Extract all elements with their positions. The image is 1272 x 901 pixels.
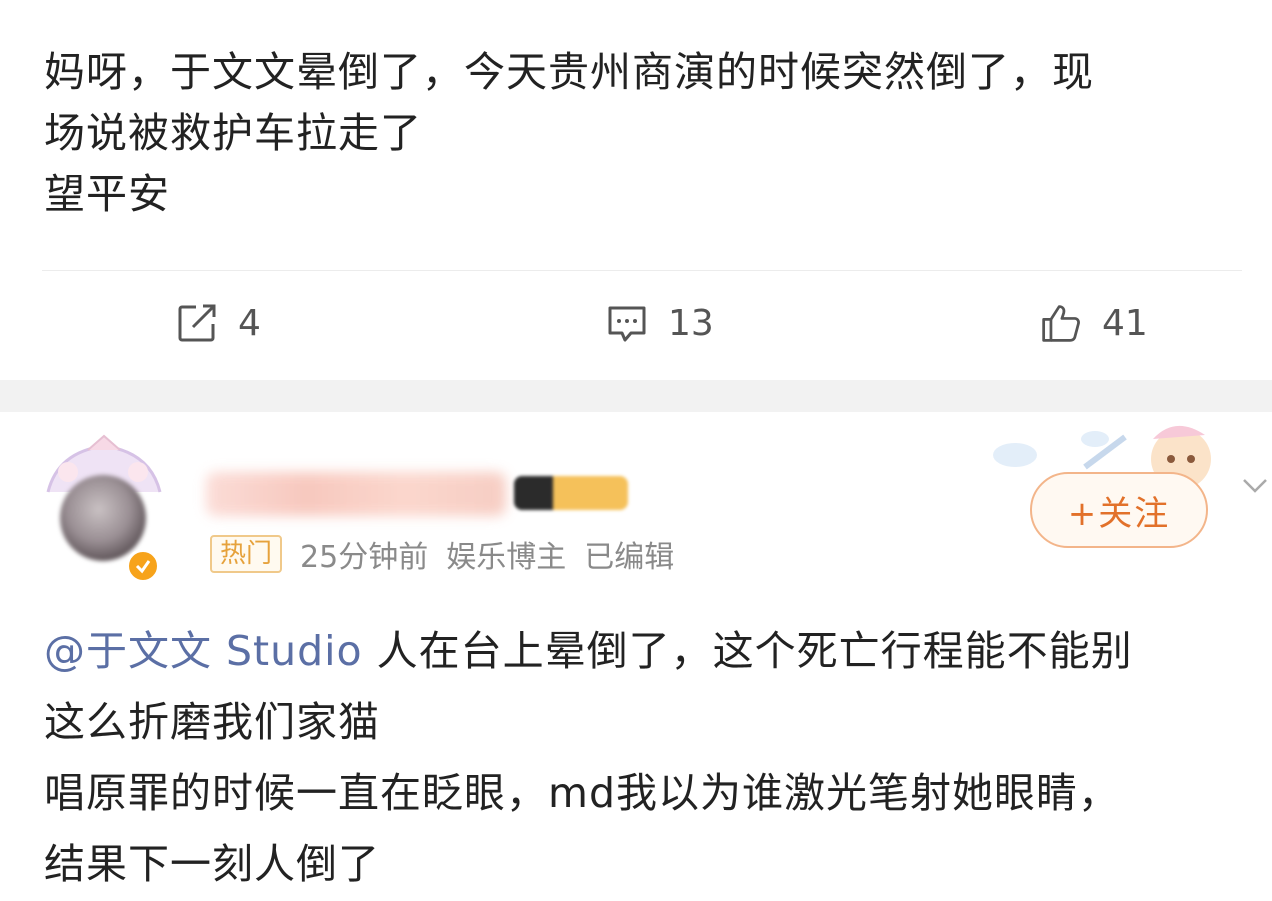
share-count: 4 xyxy=(238,302,261,344)
section-separator xyxy=(0,380,1272,412)
post-content: 妈呀，于文文晕倒了，今天贵州商演的时候突然倒了，现 场说被救护车拉走了 望平安 xyxy=(44,42,1244,225)
user-role: 娱乐博主 xyxy=(446,540,567,575)
thumbs-up-icon xyxy=(1040,302,1082,344)
mention-link[interactable]: @于文文 Studio xyxy=(44,627,363,675)
post-line: 望平安 xyxy=(44,170,170,218)
post-line: 妈呀，于文文晕倒了，今天贵州商演的时候突然倒了，现 xyxy=(44,48,1094,96)
action-bar: 4 13 41 xyxy=(0,290,1272,356)
divider xyxy=(42,270,1242,271)
comment-meta: 热门 25分钟前 娱乐博主 已编辑 xyxy=(210,532,674,576)
comment-card: 热门 25分钟前 娱乐博主 已编辑 +关注 @于文文 Studio 人在台上晕倒… xyxy=(0,412,1272,901)
username-blurred[interactable] xyxy=(206,472,506,516)
share-icon xyxy=(176,302,218,344)
comment-line-text: 人在台上晕倒了，这个死亡行程能不能别 xyxy=(376,627,1133,675)
post-time: 25分钟前 xyxy=(300,540,429,575)
verified-badge-icon xyxy=(126,549,160,583)
comment-line: 唱原罪的时候一直在眨眼，md我以为谁激光笔射她眼睛， xyxy=(44,769,1120,817)
like-count: 41 xyxy=(1102,302,1148,344)
comment-icon xyxy=(606,302,648,344)
comment-line: @于文文 Studio 人在台上晕倒了，这个死亡行程能不能别 xyxy=(44,616,1259,687)
chevron-down-icon[interactable] xyxy=(1240,470,1270,500)
avatar[interactable] xyxy=(60,475,146,561)
share-button[interactable]: 4 xyxy=(176,290,261,356)
comment-line: 结果下一刻人倒了 xyxy=(44,840,380,888)
comment-button[interactable]: 13 xyxy=(606,290,714,356)
vip-badge-icon xyxy=(514,476,628,510)
comment-count: 13 xyxy=(668,302,714,344)
hot-tag: 热门 xyxy=(210,535,283,573)
like-button[interactable]: 41 xyxy=(1040,290,1148,356)
comment-line: 这么折磨我们家猫 xyxy=(44,698,380,746)
post-line: 场说被救护车拉走了 xyxy=(44,109,422,157)
follow-button[interactable]: +关注 xyxy=(1030,472,1208,548)
comment-content: @于文文 Studio 人在台上晕倒了，这个死亡行程能不能别 这么折磨我们家猫 … xyxy=(44,616,1259,900)
edited-label: 已编辑 xyxy=(584,540,675,575)
